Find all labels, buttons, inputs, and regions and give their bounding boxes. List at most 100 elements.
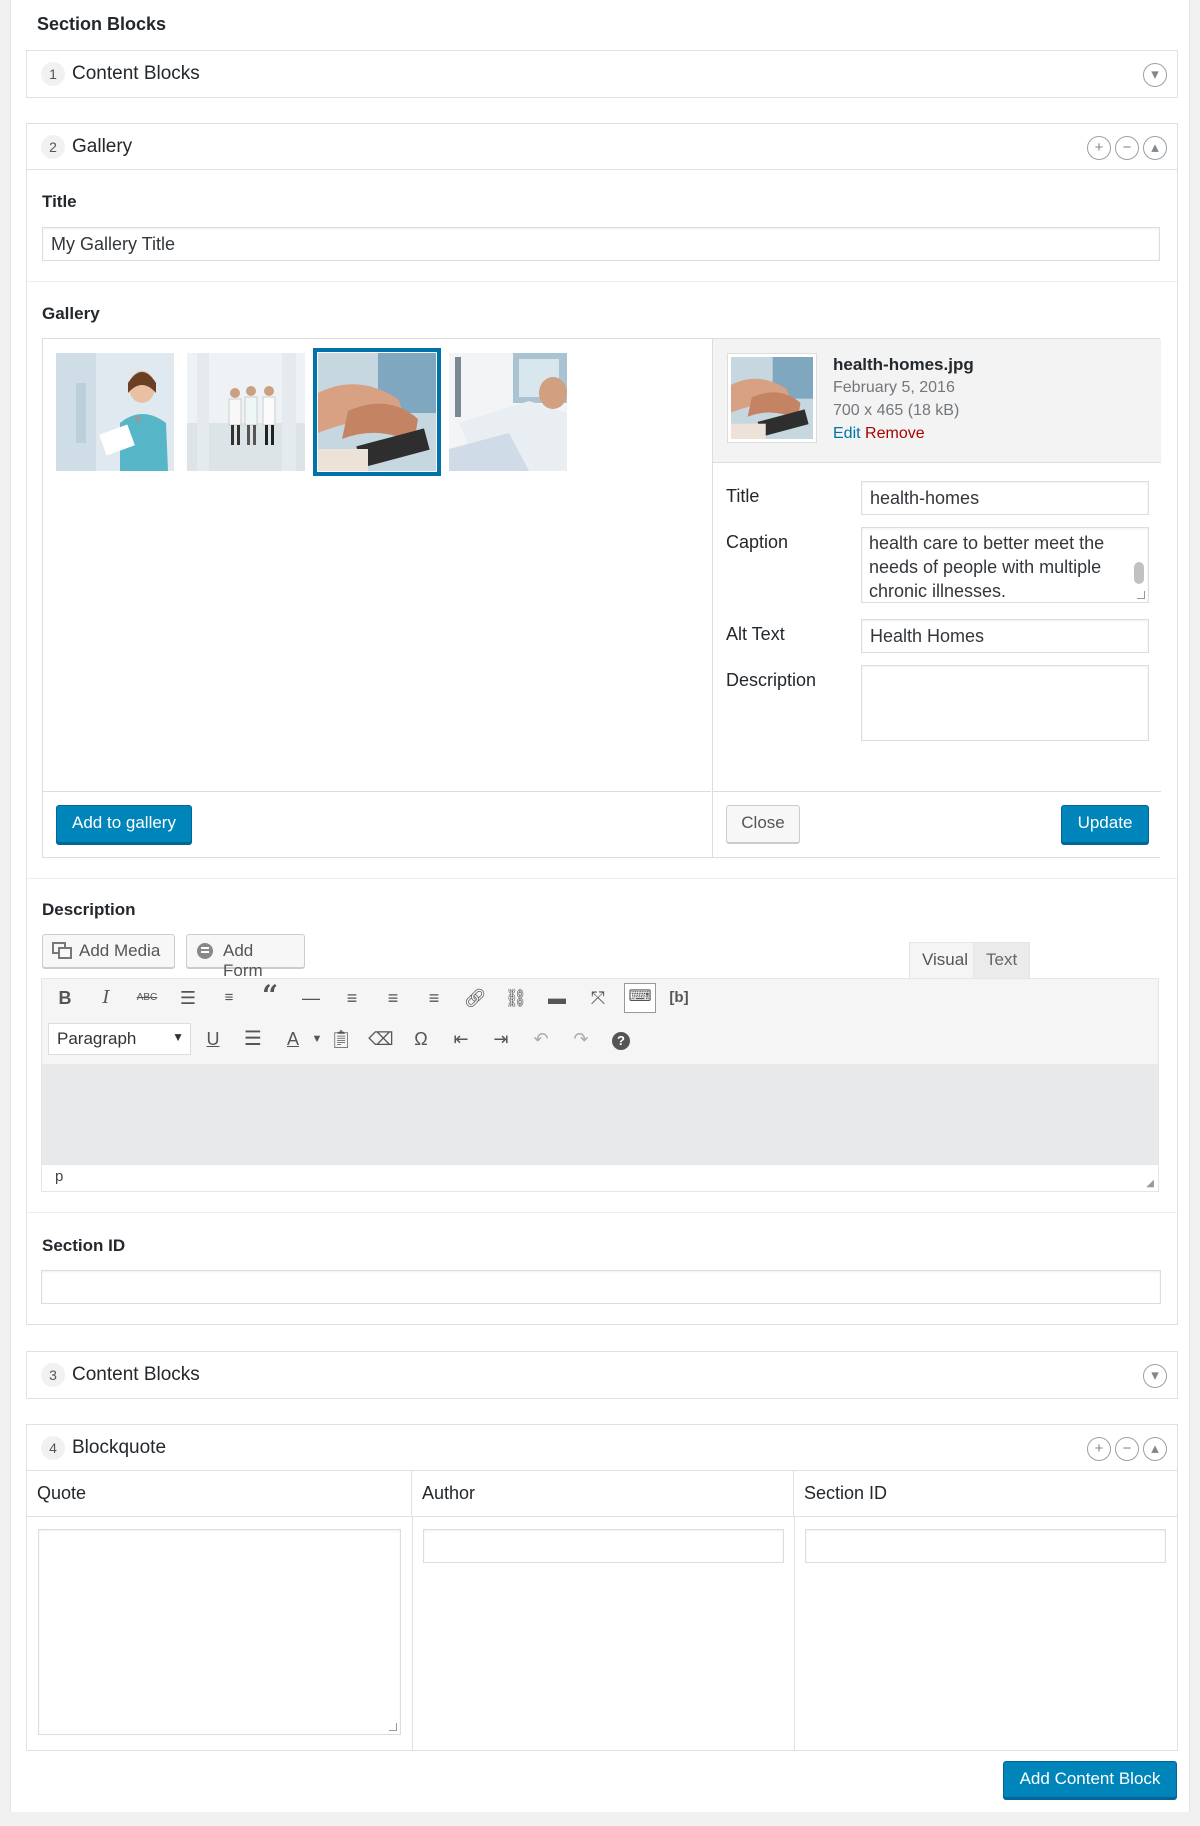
help-icon[interactable]: ? bbox=[608, 1026, 634, 1052]
layout-order-number[interactable]: 1 bbox=[41, 62, 65, 86]
layout-content-blocks-3: 3 Content Blocks ▾ bbox=[26, 1351, 1178, 1399]
column-divider bbox=[794, 1517, 795, 1750]
resize-handle-icon[interactable] bbox=[389, 1723, 397, 1731]
clear-formatting-icon[interactable]: ⌫ bbox=[368, 1026, 394, 1052]
add-media-button[interactable]: Add Media bbox=[42, 934, 175, 968]
editor-content-area[interactable] bbox=[41, 1064, 1159, 1164]
gallery-thumb-nurse[interactable] bbox=[56, 353, 174, 471]
add-media-label: Add Media bbox=[79, 941, 161, 960]
remove-layout-minus-icon[interactable]: − bbox=[1115, 136, 1139, 160]
blockquote-section-id-input[interactable] bbox=[805, 1529, 1166, 1563]
fullscreen-icon[interactable]: ⤧ bbox=[585, 985, 611, 1011]
expand-chevron-icon[interactable]: ▾ bbox=[1143, 63, 1167, 87]
horizontal-line-icon[interactable]: — bbox=[298, 985, 324, 1011]
gallery-thumb-doctors[interactable] bbox=[187, 353, 305, 471]
gallery-thumb-health-homes[interactable] bbox=[313, 348, 441, 476]
gallery-title-input[interactable]: My Gallery Title bbox=[42, 227, 1160, 261]
paste-as-text-icon[interactable]: 📋︎ bbox=[328, 1026, 354, 1052]
divider bbox=[27, 1212, 1177, 1213]
bulleted-list-icon[interactable]: ☰ bbox=[175, 985, 201, 1011]
add-content-block-button[interactable]: Add Content Block bbox=[1003, 1761, 1177, 1798]
update-button[interactable]: Update bbox=[1061, 805, 1149, 843]
add-layout-plus-icon[interactable]: + bbox=[1087, 136, 1111, 160]
author-input[interactable] bbox=[423, 1529, 784, 1563]
align-right-icon[interactable]: ≡ bbox=[421, 985, 447, 1011]
outdent-icon[interactable]: ⇤ bbox=[448, 1026, 474, 1052]
divider bbox=[27, 878, 1177, 879]
gallery-container: Add to gallery health-homes.jpg February… bbox=[42, 338, 1161, 858]
special-character-icon[interactable]: Ω bbox=[408, 1026, 434, 1052]
shortcode-icon[interactable]: [b] bbox=[666, 985, 692, 1011]
add-form-button[interactable]: Add Form bbox=[186, 934, 305, 980]
layout-order-number[interactable]: 2 bbox=[41, 135, 65, 159]
editor-resize-icon[interactable]: ◢ bbox=[1146, 1178, 1154, 1189]
layout-header[interactable]: 1 Content Blocks ▾ bbox=[27, 51, 1177, 97]
collapse-chevron-icon[interactable]: ▴ bbox=[1143, 1437, 1167, 1461]
editor-toolbar: B I ABC ☰ ≡ “ — ≡ ≡ ≡ 🔗︎ ⛓︎ ▬ ⤧ ⌨ [b] Pa… bbox=[41, 978, 1159, 1064]
gallery-thumb-patient[interactable] bbox=[449, 353, 567, 471]
attachment-caption-label: Caption bbox=[726, 532, 789, 552]
layout-blockquote: 4 Blockquote + − ▴ Quote Author Section … bbox=[26, 1424, 1178, 1751]
layout-header[interactable]: 2 Gallery + − ▴ bbox=[27, 124, 1177, 170]
layout-title: Blockquote bbox=[72, 1437, 167, 1458]
edit-link[interactable]: Edit bbox=[833, 425, 861, 442]
attachment-alt-input[interactable]: Health Homes bbox=[861, 619, 1149, 653]
underline-icon[interactable]: U bbox=[200, 1026, 226, 1052]
read-more-icon[interactable]: ▬ bbox=[544, 985, 570, 1011]
redo-icon[interactable]: ↷ bbox=[568, 1026, 594, 1052]
add-media-icon bbox=[52, 942, 72, 959]
align-center-icon[interactable]: ≡ bbox=[380, 985, 406, 1011]
numbered-list-icon[interactable]: ≡ bbox=[216, 985, 242, 1011]
attachment-info: health-homes.jpg February 5, 2016 700 x … bbox=[713, 339, 1161, 463]
description-field-label: Description bbox=[42, 900, 136, 919]
resize-handle-icon[interactable] bbox=[1137, 591, 1145, 599]
format-select[interactable]: Paragraph ▼ bbox=[48, 1023, 191, 1055]
add-form-label: Add Form bbox=[223, 941, 263, 980]
layout-header[interactable]: 3 Content Blocks ▾ bbox=[27, 1352, 1177, 1398]
blockquote-icon[interactable]: “ bbox=[257, 982, 283, 1010]
section-id-label: Section ID bbox=[42, 1236, 126, 1255]
attachment-caption-textarea[interactable]: health care to better meet the needs of … bbox=[861, 527, 1149, 603]
layout-header[interactable]: 4 Blockquote + − ▴ bbox=[27, 1425, 1177, 1471]
remove-link[interactable]: Remove bbox=[865, 425, 925, 442]
insert-link-icon[interactable]: 🔗︎ bbox=[462, 985, 488, 1011]
bold-icon[interactable]: B bbox=[52, 985, 78, 1011]
remove-layout-minus-icon[interactable]: − bbox=[1115, 1437, 1139, 1461]
add-to-gallery-button[interactable]: Add to gallery bbox=[56, 805, 192, 843]
section-id-input[interactable] bbox=[41, 1270, 1161, 1304]
attachment-title-label: Title bbox=[726, 486, 760, 506]
indent-icon[interactable]: ⇥ bbox=[488, 1026, 514, 1052]
justify-icon[interactable]: ☰ bbox=[240, 1026, 266, 1052]
layout-order-number[interactable]: 3 bbox=[41, 1363, 65, 1387]
attachment-description-textarea[interactable] bbox=[861, 665, 1149, 741]
align-left-icon[interactable]: ≡ bbox=[339, 985, 365, 1011]
quote-column-header: Quote bbox=[27, 1471, 412, 1517]
caption-scrollbar[interactable] bbox=[1134, 562, 1144, 584]
toolbar-toggle-icon[interactable]: ⌨ bbox=[624, 983, 656, 1013]
strikethrough-icon[interactable]: ABC bbox=[134, 985, 160, 1011]
attachment-alt-label: Alt Text bbox=[726, 624, 785, 644]
attachment-description-label: Description bbox=[726, 670, 817, 690]
layout-order-number[interactable]: 4 bbox=[41, 1436, 65, 1460]
italic-icon[interactable]: I bbox=[93, 985, 119, 1011]
gallery-field-label: Gallery bbox=[42, 304, 100, 323]
text-color-icon[interactable]: A bbox=[280, 1026, 306, 1052]
element-path: p bbox=[55, 1168, 64, 1185]
add-layout-plus-icon[interactable]: + bbox=[1087, 1437, 1111, 1461]
quote-textarea[interactable] bbox=[38, 1529, 401, 1735]
section-blocks-label: Section Blocks bbox=[37, 14, 167, 34]
layout-title: Content Blocks bbox=[72, 1364, 200, 1385]
text-color-dropdown-icon[interactable]: ▼ bbox=[304, 1026, 330, 1052]
close-button[interactable]: Close bbox=[726, 805, 800, 843]
remove-link-icon[interactable]: ⛓︎ bbox=[503, 985, 529, 1011]
column-divider bbox=[412, 1517, 413, 1750]
page: Section Blocks 1 Content Blocks ▾ 2 Gall… bbox=[0, 0, 1200, 1826]
undo-icon[interactable]: ↶ bbox=[528, 1026, 554, 1052]
collapse-chevron-icon[interactable]: ▴ bbox=[1143, 136, 1167, 160]
author-column-header: Author bbox=[412, 1471, 794, 1517]
expand-chevron-icon[interactable]: ▾ bbox=[1143, 1364, 1167, 1388]
layout-title: Gallery bbox=[72, 136, 133, 157]
tab-visual[interactable]: Visual bbox=[909, 942, 981, 980]
tab-text[interactable]: Text bbox=[973, 942, 1031, 980]
attachment-title-input[interactable]: health-homes bbox=[861, 481, 1149, 515]
